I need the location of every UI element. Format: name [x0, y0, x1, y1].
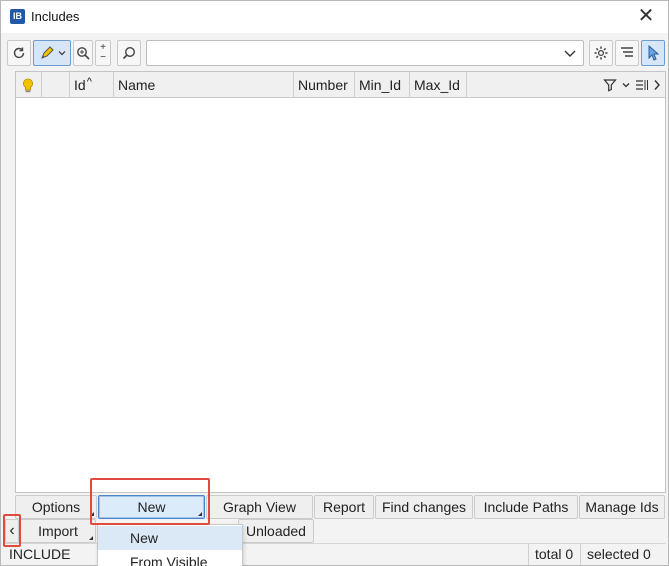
chevron-down-icon[interactable]	[563, 45, 577, 61]
app-icon: IB	[10, 9, 25, 24]
gear-icon	[594, 46, 608, 60]
unloaded-button[interactable]: Unloaded	[238, 519, 314, 543]
chevron-down-icon	[58, 51, 65, 56]
pen-icon	[40, 46, 54, 59]
search-icon	[122, 46, 136, 60]
table-header: Id^ Name Number Min_Id Max_Id	[16, 72, 665, 98]
title-bar: IB Includes ✕	[1, 1, 668, 33]
menu-item-new[interactable]: New	[98, 526, 242, 550]
refresh-icon	[13, 47, 25, 59]
chevron-left-icon: ‹	[9, 522, 15, 539]
include-paths-button[interactable]: Include Paths	[474, 495, 578, 519]
new-dropdown-menu: New From Visible	[97, 524, 243, 566]
window-title: Includes	[31, 9, 80, 24]
zoom-out-icon[interactable]: −	[100, 53, 106, 63]
highlight-mode-button[interactable]	[33, 40, 71, 66]
search-input[interactable]	[151, 43, 551, 63]
column-header-min-id[interactable]: Min_Id	[355, 72, 410, 98]
lightbulb-icon	[23, 78, 33, 93]
close-icon: ✕	[637, 5, 655, 27]
zoom-button[interactable]	[73, 40, 93, 66]
graph-view-button[interactable]: Graph View	[206, 495, 313, 519]
column-header-number[interactable]: Number	[294, 72, 355, 98]
column-header-max-id[interactable]: Max_Id	[410, 72, 467, 98]
includes-table: Id^ Name Number Min_Id Max_Id	[15, 71, 666, 493]
cursor-icon	[648, 45, 660, 61]
chevron-down-icon[interactable]	[621, 80, 631, 90]
toolbar: + −	[5, 39, 666, 69]
status-total: total 0	[528, 544, 580, 565]
find-changes-button[interactable]: Find changes	[375, 495, 473, 519]
chevron-right-icon[interactable]	[653, 79, 661, 91]
select-mode-button[interactable]	[641, 40, 665, 66]
column-header-flag[interactable]	[42, 72, 70, 98]
manage-ids-button[interactable]: Manage Ids	[579, 495, 665, 519]
header-tools	[603, 74, 661, 96]
scroll-left-button[interactable]: ‹	[5, 519, 19, 543]
zoom-stepper[interactable]: + −	[95, 40, 111, 66]
status-selected: selected 0	[580, 544, 666, 565]
import-button[interactable]: Import	[20, 519, 96, 543]
search-field[interactable]	[146, 40, 584, 66]
column-header-name[interactable]: Name	[114, 72, 294, 98]
options-button[interactable]: Options	[15, 495, 97, 519]
sort-ascending-icon: ^	[86, 76, 92, 88]
filter-list-button[interactable]	[615, 40, 639, 66]
refresh-button[interactable]	[7, 40, 31, 66]
includes-window: IB Includes ✕ + − Id^ Name Number Min_Id…	[0, 0, 669, 566]
list-filter-icon	[621, 47, 633, 57]
column-header-id[interactable]: Id^	[70, 72, 114, 98]
search-button[interactable]	[117, 40, 141, 66]
column-chooser-icon[interactable]	[635, 78, 649, 92]
report-button[interactable]: Report	[314, 495, 374, 519]
new-button[interactable]: New	[98, 495, 205, 519]
zoom-icon	[77, 47, 90, 60]
column-header-status[interactable]	[16, 72, 42, 98]
filter-icon[interactable]	[603, 78, 617, 92]
status-type: INCLUDE	[9, 546, 71, 562]
settings-button[interactable]	[589, 40, 613, 66]
menu-item-from-visible[interactable]: From Visible	[98, 550, 242, 566]
close-button[interactable]: ✕	[634, 5, 658, 27]
